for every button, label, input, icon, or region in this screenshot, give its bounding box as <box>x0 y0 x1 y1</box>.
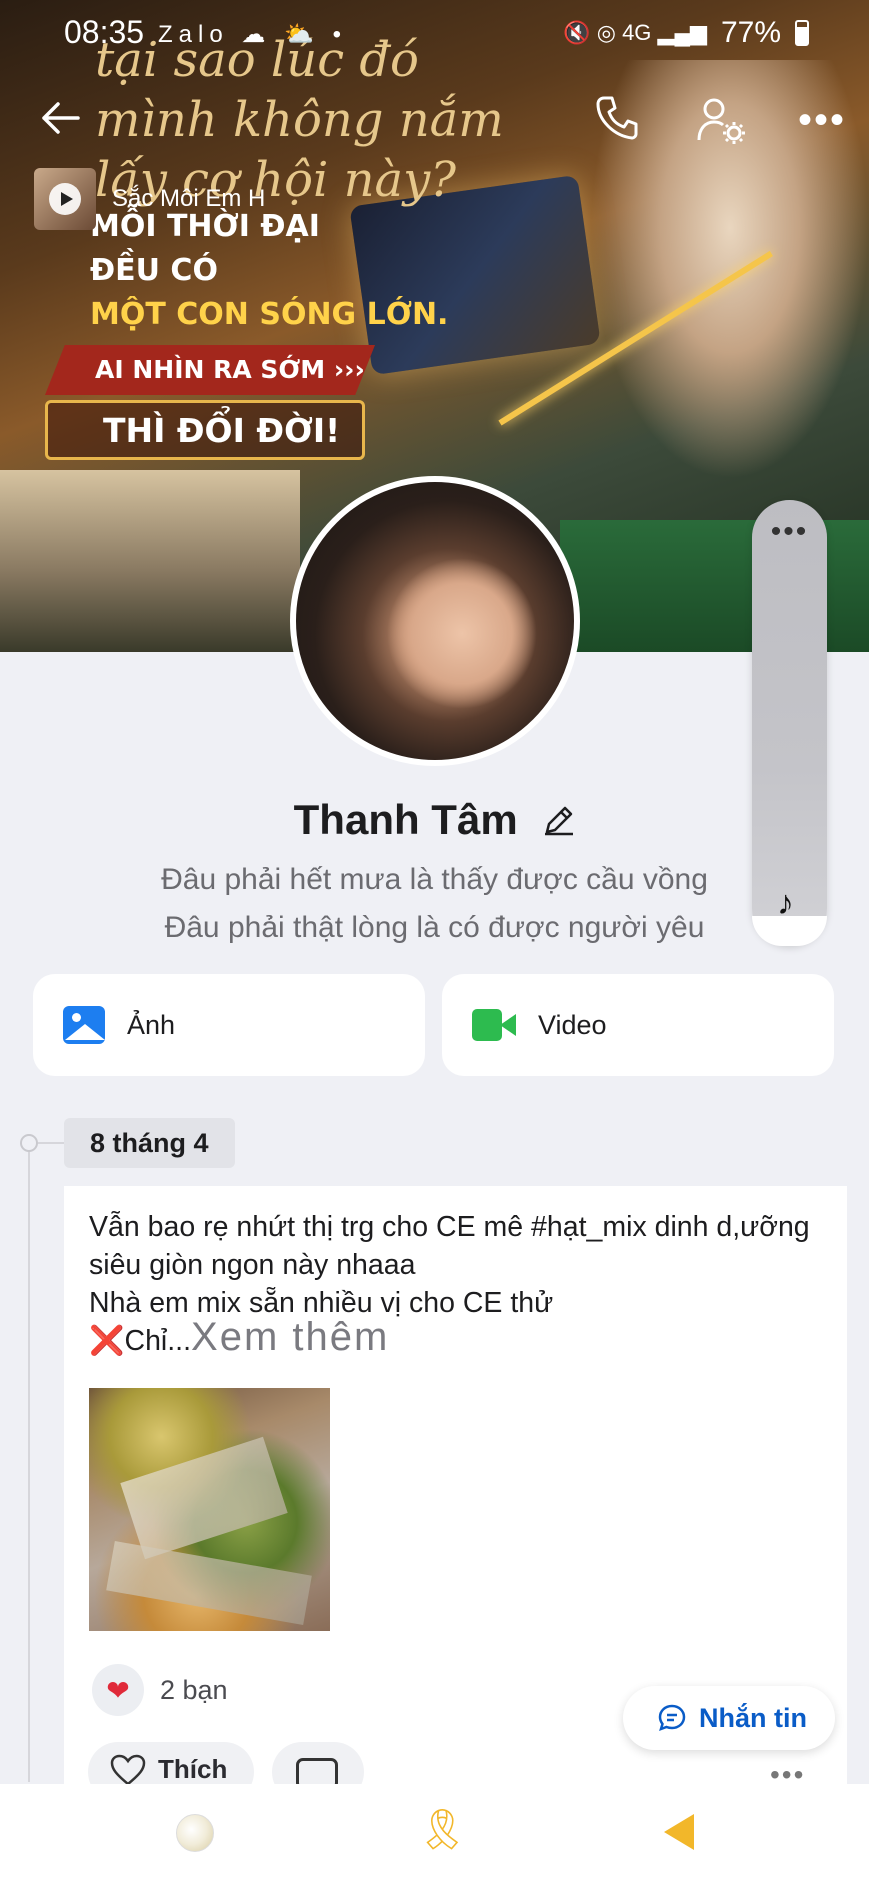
play-icon[interactable] <box>49 183 81 215</box>
avatar-face <box>336 507 546 737</box>
avatar[interactable] <box>290 476 580 766</box>
heart-icon: ❤ <box>92 1664 144 1716</box>
status-notification-icons: Zalo ☁ ⛅ • <box>158 21 347 48</box>
post-more-button[interactable]: ••• <box>770 1761 805 1789</box>
reaction-count: 2 bạn <box>160 1674 228 1705</box>
status-bar: 08:35 Zalo ☁ ⛅ • 🔇 ◎ 4G ▂▄▆ 77% <box>0 0 869 66</box>
video-camera-icon <box>472 1009 516 1041</box>
battery-level: 77% <box>720 16 781 49</box>
music-title: Sắc Môi Em H <box>112 185 266 212</box>
profile-bio: Đâu phải hết mưa là thấy được cầu vồng Đ… <box>0 856 869 952</box>
system-nav-bar: 🎗 <box>0 1784 869 1884</box>
nav-back-triangle-icon[interactable] <box>664 1814 694 1850</box>
status-signal-icons: 🔇 ◎ 4G ▂▄▆ <box>563 20 707 45</box>
post-text[interactable]: Vẫn bao rẹ nhứt thị trg cho CE mê #hạt_m… <box>89 1208 829 1360</box>
back-button[interactable] <box>38 96 82 140</box>
nav-ribbon-icon[interactable]: 🎗 <box>417 1806 468 1853</box>
battery-icon <box>795 20 809 46</box>
message-label: Nhắn tin <box>699 1702 807 1733</box>
photos-button[interactable]: Ảnh <box>33 974 425 1076</box>
arrow-left-icon <box>42 102 80 134</box>
profile-music[interactable]: Sắc Môi Em H <box>34 168 265 230</box>
profile-settings-button[interactable] <box>696 96 746 144</box>
see-more-link[interactable]: Xem thêm <box>191 1315 389 1359</box>
photo-icon <box>63 1006 105 1044</box>
timeline-dot <box>20 1134 38 1152</box>
cover-headline-line-3: MỘT CON SÓNG LỚN. <box>90 297 449 332</box>
cover-headline-line-2: ĐỀU CÓ <box>90 253 218 288</box>
edit-name-button[interactable] <box>543 798 575 836</box>
chat-bubble-icon <box>658 1704 686 1732</box>
profile-name: Thanh Tâm <box>0 796 869 844</box>
status-time: 08:35 <box>64 14 145 50</box>
profile-name-text: Thanh Tâm <box>293 796 518 843</box>
videos-label: Video <box>538 1009 607 1040</box>
bio-line-2: Đâu phải thật lòng là có được người yêu <box>164 911 705 944</box>
more-options-button[interactable]: ••• <box>798 100 846 140</box>
nav-home-moon-icon[interactable] <box>176 1814 214 1852</box>
x-mark-icon: ❌ <box>89 1325 125 1357</box>
timeline-branch <box>38 1142 64 1144</box>
cover-banner-gold: THÌ ĐỔI ĐỜI! <box>45 400 365 460</box>
bio-line-1: Đâu phải hết mưa là thấy được cầu vồng <box>161 863 708 896</box>
post-truncated-text: Chỉ... <box>124 1325 192 1357</box>
post-reactions[interactable]: ❤ 2 bạn <box>92 1664 228 1716</box>
photos-label: Ảnh <box>127 1009 176 1040</box>
post-line-3: ❌Chỉ...Xem thêm <box>89 1317 829 1360</box>
cover-banner-red: AI NHÌN RA SỚM ››› <box>45 345 375 395</box>
heart-outline-icon <box>110 1754 146 1786</box>
phone-icon <box>596 96 638 140</box>
pencil-icon <box>545 806 574 836</box>
timeline-line <box>28 1142 30 1782</box>
user-gear-icon <box>697 98 745 144</box>
videos-button[interactable]: Video <box>442 974 834 1076</box>
call-button[interactable] <box>594 94 638 142</box>
status-right-group: 🔇 ◎ 4G ▂▄▆ 77% <box>563 16 809 50</box>
timeline-date: 8 tháng 4 <box>64 1118 235 1168</box>
message-button[interactable]: Nhắn tin <box>623 1686 835 1750</box>
music-thumbnail <box>34 168 96 230</box>
more-dots-icon: ••• <box>798 98 847 142</box>
post-image[interactable] <box>89 1388 330 1631</box>
panel-more-icon[interactable]: ••• <box>752 517 827 547</box>
post-line-1: Vẫn bao rẹ nhứt thị trg cho CE mê #hạt_m… <box>89 1211 810 1281</box>
cover-house <box>0 470 300 652</box>
